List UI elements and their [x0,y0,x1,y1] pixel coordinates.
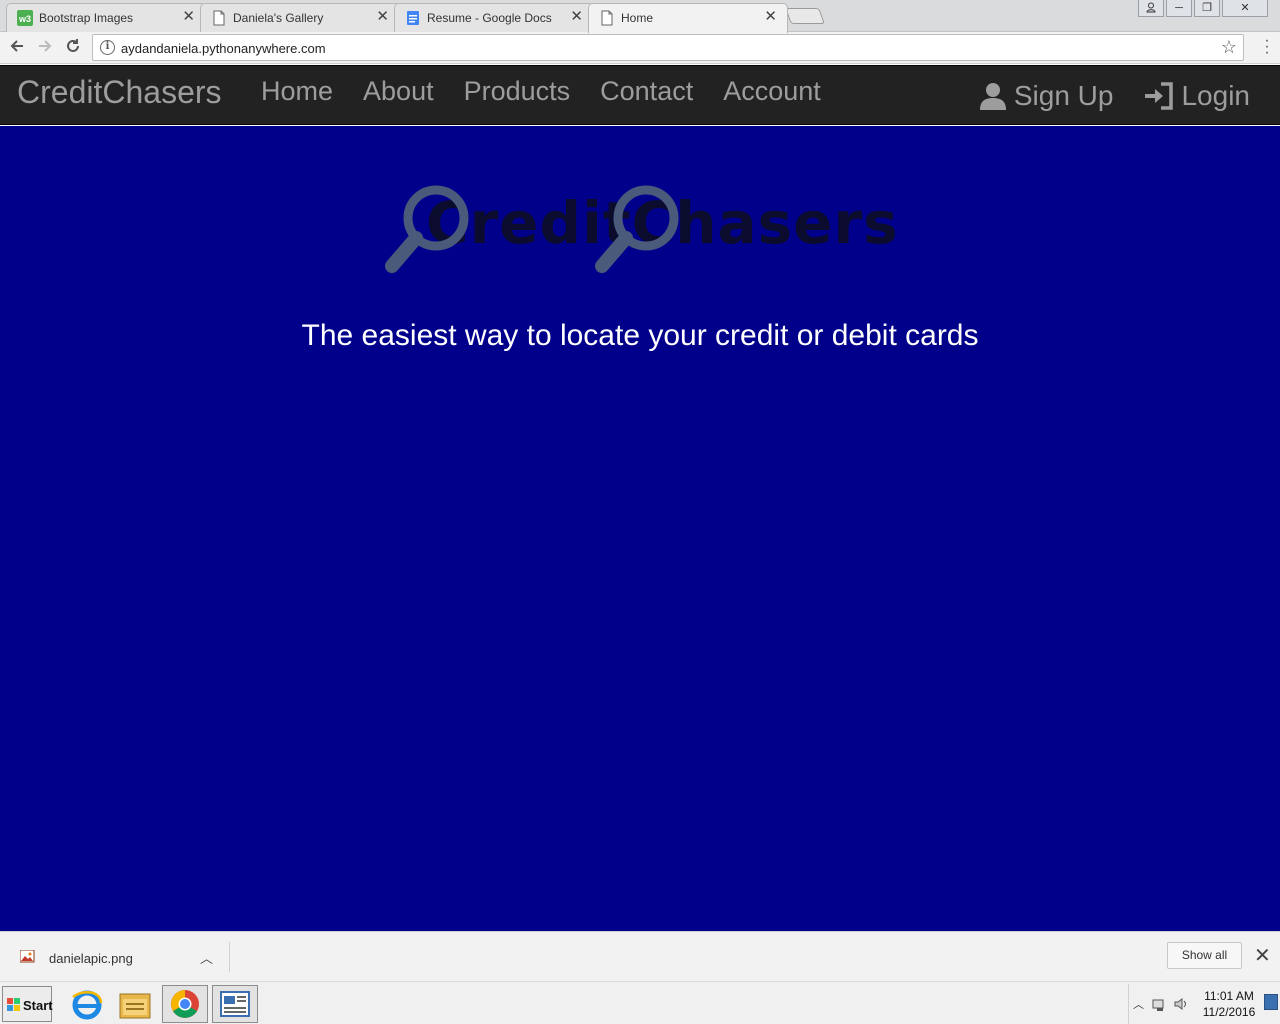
magnifying-glass-icon [385,185,469,273]
creditchasers-logo: CreditChasers [384,181,898,281]
close-tab-icon[interactable]: ✕ [764,9,777,25]
site-navbar: CreditChasers Home About Products Contac… [0,65,1280,125]
back-button[interactable] [6,37,28,59]
back-arrow-icon [10,40,23,52]
download-shelf: danielapic.png ︿ Show all ✕ [0,931,1280,981]
clock-time: 11:01 AM [1204,989,1254,1003]
close-tab-icon[interactable]: ✕ [182,9,195,25]
chevron-up-icon[interactable]: ︿ [200,948,213,967]
tab-title: Bootstrap Images [39,11,134,25]
signup-link[interactable]: Sign Up [978,80,1114,112]
internet-explorer-icon[interactable] [64,985,110,1023]
w3schools-icon: w3 [17,10,33,26]
nav-home[interactable]: Home [246,76,348,107]
bookmark-star-icon[interactable]: ☆ [1221,37,1237,58]
magnifying-glass-icon [595,185,679,273]
tab-danielas-gallery[interactable]: Daniela's Gallery ✕ [200,3,400,32]
nav-contact[interactable]: Contact [585,76,708,107]
chrome-icon[interactable] [162,985,208,1023]
chevron-up-icon[interactable]: ︿ [1133,996,1144,1012]
forward-button[interactable] [34,37,56,59]
system-tray: ︿ 11:01 AM 11/2/2016 [1128,984,1280,1024]
windows-logo-icon [7,998,20,1011]
close-tab-icon[interactable]: ✕ [570,9,583,25]
page-icon [213,10,225,26]
nav-right: Sign Up Login [978,80,1250,112]
window-controls: ─ ❐ ✕ [1138,0,1268,18]
restore-button[interactable]: ❐ [1194,0,1220,17]
user-icon [979,83,1006,110]
browser-toolbar: i aydandaniela.pythonanywhere.com ☆ · · · [0,32,1280,64]
login-link[interactable]: Login [1143,80,1250,112]
tab-home[interactable]: Home ✕ [588,3,788,33]
close-shelf-icon[interactable]: ✕ [1254,943,1271,968]
tab-resume-google-docs[interactable]: Resume - Google Docs ✕ [394,3,594,32]
profile-icon[interactable] [1138,0,1164,17]
news-app-icon[interactable] [212,985,258,1023]
nav-products[interactable]: Products [449,76,586,107]
page-tagline: The easiest way to locate your credit or… [301,319,979,352]
new-tab-button[interactable] [785,8,825,24]
signup-label: Sign Up [1013,80,1114,111]
browser-tabstrip: w3 Bootstrap Images ✕ Daniela's Gallery … [0,0,1280,33]
nav-about[interactable]: About [348,76,449,107]
start-button[interactable]: Start [2,986,53,1022]
download-item[interactable]: danielapic.png ︿ [18,942,230,972]
svg-text:w3: w3 [18,14,31,24]
image-file-icon [20,950,35,963]
show-all-button[interactable]: Show all [1167,942,1242,969]
page-icon [601,10,613,26]
close-window-button[interactable]: ✕ [1222,0,1268,17]
login-label: Login [1181,80,1250,111]
info-icon[interactable]: i [100,40,115,55]
clock[interactable]: 11:01 AM 11/2/2016 [1199,988,1259,1020]
address-bar[interactable]: i aydandaniela.pythonanywhere.com ☆ [92,34,1244,61]
file-explorer-icon[interactable] [112,985,158,1023]
reload-icon [67,39,79,52]
download-filename: danielapic.png [49,951,133,966]
volume-icon[interactable] [1173,996,1189,1012]
tab-bootstrap-images[interactable]: w3 Bootstrap Images ✕ [6,3,206,32]
forward-arrow-icon [39,40,52,52]
docs-icon [407,11,419,25]
page-body: CreditChasers The easiest way to locate … [0,126,1280,931]
nav-links: Home About Products Contact Account [246,76,836,107]
tab-title: Home [621,11,654,25]
close-tab-icon[interactable]: ✕ [376,9,389,25]
navbar-brand[interactable]: CreditChasers [17,74,222,111]
network-icon[interactable] [1151,996,1167,1012]
minimize-button[interactable]: ─ [1166,0,1192,17]
start-label: Start [23,998,53,1013]
show-desktop-icon[interactable] [1264,994,1278,1010]
tab-title: Daniela's Gallery [233,11,324,25]
login-icon [1145,82,1174,110]
url-text: aydandaniela.pythonanywhere.com [121,41,326,56]
windows-taskbar: Start ︿ 11:01 AM 11/2/2016 [0,981,1280,1024]
reload-button[interactable] [62,37,84,59]
tab-title: Resume - Google Docs [427,11,552,25]
browser-menu-icon[interactable]: · · · [1264,33,1270,61]
clock-date: 11/2/2016 [1202,1005,1256,1019]
nav-account[interactable]: Account [708,76,836,107]
